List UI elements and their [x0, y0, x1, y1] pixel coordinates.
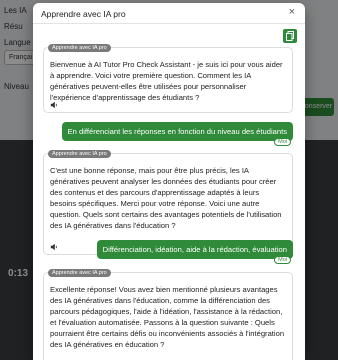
copy-icon: [286, 31, 294, 41]
speaker-icon[interactable]: [50, 243, 58, 251]
chat-log[interactable]: Apprendre avec IA pro Bienvenue à AI Tut…: [39, 25, 299, 360]
modal-title: Apprendre avec IA pro: [41, 9, 126, 19]
user-sender-tag: Moi: [274, 256, 291, 264]
user-sender-tag: Moi: [274, 138, 291, 146]
ai-message: Apprendre avec IA pro Excellente réponse…: [43, 269, 293, 360]
speaker-icon[interactable]: [50, 101, 58, 109]
close-icon[interactable]: ×: [289, 6, 295, 18]
ai-message-text: C'est une bonne réponse, mais pour être …: [50, 166, 282, 230]
user-message-text: En différenciant les réponses en fonctio…: [67, 127, 287, 136]
ai-sender-tag: Apprendre avec IA pro: [48, 150, 111, 158]
user-message: En différenciant les réponses en fonctio…: [61, 122, 293, 146]
copy-button[interactable]: [283, 29, 297, 43]
ai-message: Apprendre avec IA pro Bienvenue à AI Tut…: [43, 44, 293, 113]
ai-message-text: Excellente réponse! Vous avez bien menti…: [50, 285, 285, 349]
ai-sender-tag: Apprendre avec IA pro: [48, 269, 111, 277]
modal-header: Apprendre avec IA pro ×: [33, 3, 305, 24]
user-message-text: Différenciation, idéation, aide à la réd…: [102, 245, 287, 254]
ai-sender-tag: Apprendre avec IA pro: [48, 44, 111, 52]
ai-message-text: Bienvenue à AI Tutor Pro Check Assistant…: [50, 60, 283, 102]
chat-modal: Apprendre avec IA pro × Apprendre avec I…: [33, 3, 305, 360]
user-message: Différenciation, idéation, aide à la réd…: [96, 240, 293, 264]
